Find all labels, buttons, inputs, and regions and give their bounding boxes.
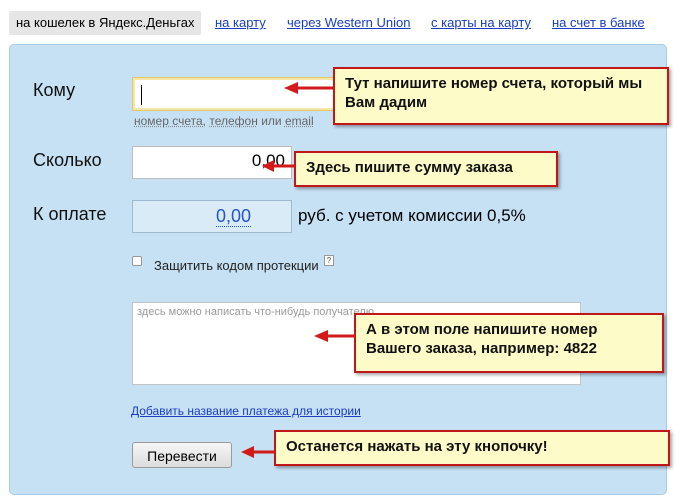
- protect-label: Защитить кодом протекции: [154, 258, 319, 273]
- callout-account: Тут напишите номер счета, который мы Вам…: [333, 67, 669, 125]
- callout-amount: Здесь пишите сумму заказа: [294, 151, 558, 187]
- submit-button[interactable]: Перевести: [132, 442, 232, 468]
- hint-email[interactable]: email: [285, 114, 314, 128]
- comment-placeholder: здесь можно написать что-нибудь получате…: [137, 306, 375, 318]
- tab-to-card[interactable]: на карту: [215, 14, 266, 32]
- callout-order: А в этом поле напишите номер Вашего зака…: [354, 313, 664, 373]
- amount-value: 0,00: [251, 151, 285, 170]
- pay-amount-value[interactable]: 0,00: [216, 206, 252, 227]
- commission-note: руб. с учетом комиссии 0,5%: [298, 206, 526, 225]
- recipient-label: Кому: [33, 80, 76, 100]
- add-payment-title-link[interactable]: Добавить название платежа для истории: [131, 404, 361, 418]
- help-icon[interactable]: ?: [324, 255, 334, 266]
- protect-checkbox[interactable]: [132, 256, 142, 266]
- transfer-type-tabs: на кошелек в Яндекс.Деньгах на карту чер…: [0, 0, 682, 44]
- tab-card-to-card[interactable]: с карты на карту: [431, 14, 531, 32]
- recipient-hint: номер счета, телефон или email: [134, 114, 314, 128]
- amount-input[interactable]: 0,00: [132, 146, 292, 179]
- amount-label: Сколько: [33, 150, 102, 170]
- tab-yandex-wallet[interactable]: на кошелек в Яндекс.Деньгах: [9, 11, 202, 35]
- hint-account-number[interactable]: номер счета,: [134, 114, 206, 128]
- pay-label: К оплате: [33, 204, 107, 224]
- tab-western-union[interactable]: через Western Union: [287, 14, 411, 32]
- hint-phone[interactable]: телефон: [209, 114, 258, 128]
- pay-amount-field: [132, 200, 292, 233]
- callout-button: Останется нажать на эту кнопочку!: [274, 430, 670, 466]
- tab-bank-account[interactable]: на счет в банке: [552, 14, 645, 32]
- hint-or: или: [261, 114, 282, 128]
- recipient-input[interactable]: [132, 77, 352, 111]
- text-caret: [141, 85, 142, 105]
